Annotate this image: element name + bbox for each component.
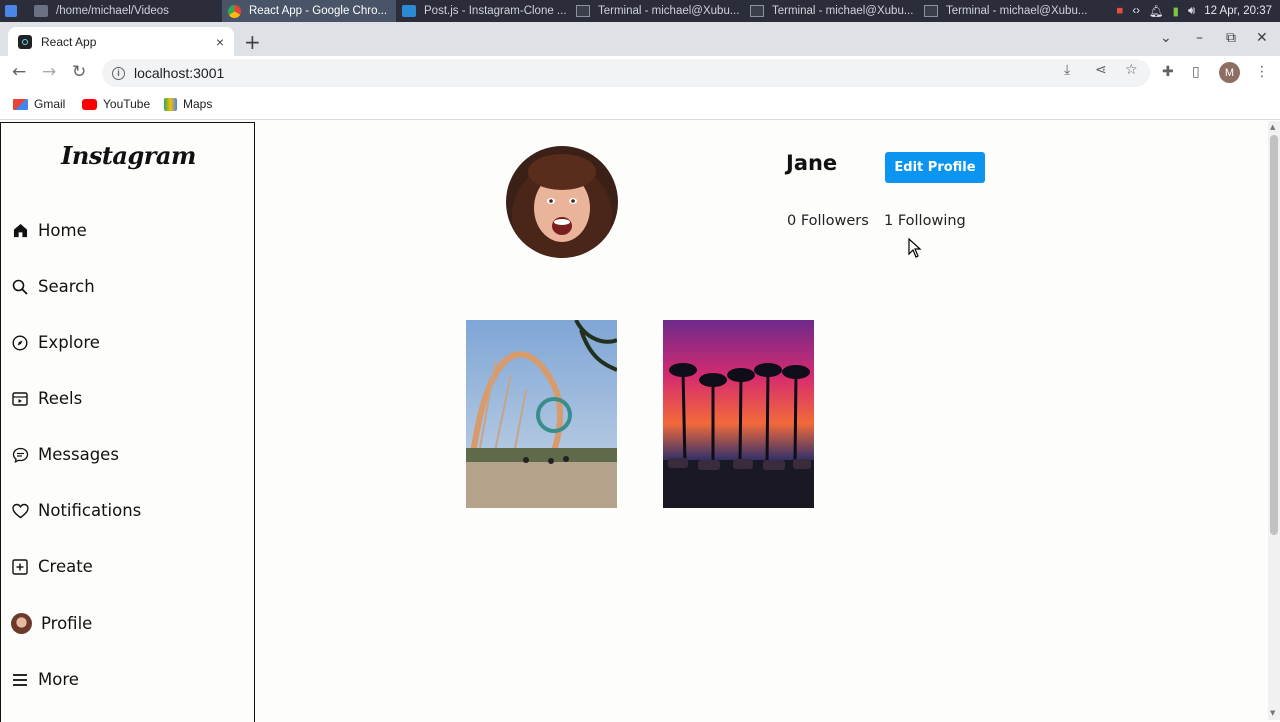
bell-icon[interactable]: 🔔︎ (1149, 4, 1164, 18)
side-panel-icon[interactable]: ▯ (1192, 64, 1200, 80)
vscode-icon (402, 5, 416, 17)
minimize-icon[interactable]: – (1196, 30, 1203, 46)
os-taskbar: /home/michael/Videos React App - Google … (0, 0, 1280, 22)
install-app-icon[interactable]: ⤓ (1064, 62, 1070, 78)
edit-profile-button[interactable]: Edit Profile (885, 152, 985, 183)
sidebar-item-create[interactable]: Create (11, 557, 93, 576)
taskbar-item-terminal-2[interactable]: Terminal - michael@Xubu... (744, 0, 918, 22)
tab-title: React App (41, 34, 97, 49)
folder-icon (34, 5, 48, 17)
sidebar-item-explore[interactable]: Explore (11, 333, 100, 352)
sidebar-item-search[interactable]: Search (11, 277, 95, 296)
sidebar-item-reels[interactable]: Reels (11, 389, 82, 408)
compass-icon (11, 334, 29, 351)
reels-icon (11, 391, 29, 407)
search-icon (11, 279, 29, 295)
scrollbar-thumb[interactable] (1270, 135, 1278, 535)
new-tab-button[interactable]: + (244, 30, 261, 54)
xfce-menu-icon[interactable] (0, 0, 22, 22)
scroll-down-icon[interactable]: ▼ (1270, 709, 1275, 717)
address-bar[interactable]: i localhost:3001 (102, 59, 1150, 87)
maps-icon (164, 97, 177, 111)
sidebar: Instagram Home Search Explore Reels Mess… (0, 122, 255, 722)
extensions-icon[interactable]: ✚ (1162, 64, 1174, 80)
url-text[interactable]: localhost:3001 (134, 65, 224, 81)
bookmarks-bar: Gmail YouTube Maps (0, 90, 1280, 120)
sidebar-item-home[interactable]: Home (11, 221, 87, 240)
reload-icon[interactable]: ↻ (72, 62, 86, 82)
profile-avatar (11, 613, 32, 634)
sidebar-item-more[interactable]: More (11, 670, 79, 689)
terminal-icon (750, 5, 764, 17)
post-thumbnail[interactable] (466, 320, 617, 508)
window-close-icon[interactable]: ✕ (1256, 30, 1268, 46)
menu-icon (11, 673, 29, 687)
terminal-icon (576, 5, 590, 17)
battery-icon[interactable]: ▮ (1173, 4, 1179, 18)
youtube-icon (82, 98, 97, 110)
chrome-icon (228, 4, 241, 18)
bookmark-maps[interactable]: Maps (164, 97, 212, 111)
taskbar-item-terminal-1[interactable]: Terminal - michael@Xubu... (570, 0, 744, 22)
heart-icon (11, 503, 29, 519)
bookmark-youtube[interactable]: YouTube (82, 97, 150, 111)
system-tray: ■ ‹› 🔔︎ ▮ 🔊︎ 12 Apr, 20:37 (1116, 0, 1272, 22)
messages-icon (11, 447, 29, 463)
browser-toolbar: ← → ↻ i localhost:3001 ⤓ ⋖ ☆ ✚ ▯ ⋮ (0, 56, 1280, 90)
network-icon[interactable]: ‹› (1132, 5, 1140, 17)
site-info-icon[interactable]: i (112, 66, 125, 80)
following-count[interactable]: 1 Following (884, 213, 966, 229)
sidebar-item-profile[interactable]: Profile (11, 613, 92, 634)
bookmark-star-icon[interactable]: ☆ (1125, 62, 1138, 78)
page-content: Instagram Home Search Explore Reels Mess… (0, 121, 1268, 722)
sidebar-item-notifications[interactable]: Notifications (11, 501, 141, 520)
plus-square-icon (11, 558, 29, 575)
tab-close-icon[interactable]: × (216, 34, 224, 50)
screen-recorder-icon[interactable]: ■ (1116, 5, 1123, 17)
gmail-icon (13, 98, 28, 110)
react-favicon-icon (18, 34, 32, 49)
tab-react-app[interactable]: React App × (8, 27, 234, 56)
taskbar-item-terminal-3[interactable]: Terminal - michael@Xubu... (918, 0, 1094, 22)
browser-tab-strip: React App × + ⌄ – ⧉ ✕ (0, 22, 1280, 56)
followers-count[interactable]: 0 Followers (787, 213, 869, 229)
taskbar-item-files[interactable]: /home/michael/Videos (22, 0, 222, 22)
taskbar-item-vscode[interactable]: Post.js - Instagram-Clone ... (396, 0, 570, 22)
back-icon[interactable]: ← (12, 62, 26, 82)
chrome-profile-avatar[interactable]: M (1219, 62, 1240, 83)
page-scrollbar[interactable]: ▲ ▼ (1268, 121, 1280, 720)
maximize-icon[interactable]: ⧉ (1226, 30, 1236, 46)
share-icon[interactable]: ⋖ (1095, 62, 1107, 78)
chrome-menu-icon[interactable]: ⋮ (1255, 64, 1269, 80)
profile-username: Jane (786, 151, 838, 175)
tab-search-icon[interactable]: ⌄ (1160, 30, 1172, 46)
bookmark-gmail[interactable]: Gmail (13, 97, 65, 111)
volume-icon[interactable]: 🔊︎ (1188, 5, 1195, 18)
sidebar-item-messages[interactable]: Messages (11, 445, 119, 464)
instagram-logo[interactable]: Instagram (1, 141, 256, 170)
terminal-icon (924, 5, 938, 17)
taskbar-item-chrome[interactable]: React App - Google Chro... (222, 0, 396, 22)
scroll-up-icon[interactable]: ▲ (1270, 123, 1275, 131)
forward-icon[interactable]: → (42, 62, 56, 82)
clock[interactable]: 12 Apr, 20:37 (1204, 5, 1272, 17)
profile-picture[interactable] (506, 146, 618, 258)
home-icon (11, 223, 29, 238)
mouse-cursor-icon (908, 238, 922, 258)
post-thumbnail[interactable] (663, 320, 814, 508)
